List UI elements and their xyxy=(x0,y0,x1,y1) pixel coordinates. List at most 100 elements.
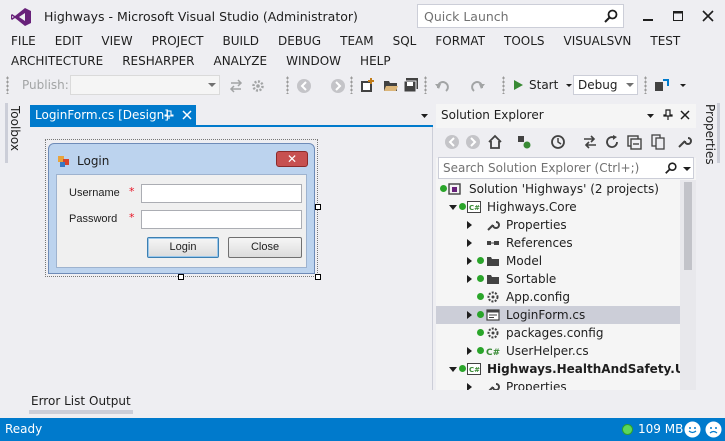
properties-side-tab[interactable]: Properties xyxy=(698,100,725,390)
menu-sql[interactable]: SQL xyxy=(382,31,425,51)
expander-closed-icon[interactable] xyxy=(467,221,472,229)
menu-help[interactable]: HELP xyxy=(349,51,399,71)
save-all-icon[interactable] xyxy=(403,77,419,93)
expander-closed-icon[interactable] xyxy=(467,311,472,319)
feedback-frown-icon[interactable] xyxy=(705,421,722,438)
menu-format[interactable]: FORMAT xyxy=(424,31,493,51)
tree-item-app-config[interactable]: App.config xyxy=(436,288,680,306)
menu-test[interactable]: TEST xyxy=(639,31,688,51)
tree-item-loginform[interactable]: LoginForm.cs xyxy=(436,306,680,324)
scrollbar-thumb[interactable] xyxy=(684,182,692,270)
menu-analyze[interactable]: ANALYZE xyxy=(202,51,275,71)
new-project-icon[interactable] xyxy=(360,77,376,93)
quick-launch-input[interactable] xyxy=(418,5,598,27)
login-button[interactable]: Login xyxy=(147,237,219,258)
tab-output[interactable]: Output xyxy=(87,390,133,414)
toolbar-overflow[interactable] xyxy=(680,72,686,98)
menu-visualsvn[interactable]: VISUALSVN xyxy=(553,31,640,51)
toolbox-side-tab[interactable]: Toolbox xyxy=(0,100,26,390)
forward-icon[interactable] xyxy=(465,134,481,150)
minimize-button[interactable] xyxy=(633,4,663,28)
menu-build[interactable]: BUILD xyxy=(211,31,266,51)
resize-handle-bottom[interactable] xyxy=(178,274,184,280)
start-debugging-button[interactable]: Start xyxy=(512,72,573,98)
menu-resharper[interactable]: RESHARPER xyxy=(111,51,202,71)
tree-item-references[interactable]: References xyxy=(436,234,680,252)
quick-launch-box[interactable] xyxy=(417,4,624,28)
login-form-close-button[interactable]: ✕ xyxy=(276,151,308,167)
menu-bar-row-2: ARCHITECTURE RESHARPER ANALYZE WINDOW HE… xyxy=(0,51,399,71)
tab-loginform-design[interactable]: LoginForm.cs [Design] xyxy=(30,105,196,125)
form-designer-surface[interactable]: Login ✕ Username * Password * Login Clos… xyxy=(30,127,433,390)
password-textbox[interactable] xyxy=(141,210,302,229)
publish-profile-dropdown[interactable] xyxy=(70,75,220,95)
feedback-smile-icon[interactable] xyxy=(684,421,701,438)
show-all-files-icon[interactable] xyxy=(650,134,666,150)
menu-view[interactable]: VIEW xyxy=(90,31,140,51)
expander-closed-icon[interactable] xyxy=(467,383,472,390)
collapse-all-icon[interactable] xyxy=(626,134,642,150)
expander-open-icon[interactable] xyxy=(449,205,457,210)
navigate-forward-icon[interactable] xyxy=(330,78,346,94)
tree-item-model-folder[interactable]: Model xyxy=(436,252,680,270)
close-panel-icon[interactable] xyxy=(680,110,690,120)
tab-error-list[interactable]: Error List xyxy=(29,390,88,414)
tree-item-sortable-folder[interactable]: Sortable xyxy=(436,270,680,288)
expander-closed-icon[interactable] xyxy=(467,347,472,355)
home-icon[interactable] xyxy=(487,134,503,150)
solution-search-box[interactable] xyxy=(438,157,694,179)
search-icon[interactable] xyxy=(664,161,678,175)
expander-closed-icon[interactable] xyxy=(467,257,472,265)
menu-file[interactable]: FILE xyxy=(0,31,44,51)
tree-item-solution[interactable]: Solution 'Highways' (2 projects) xyxy=(436,180,680,198)
menu-edit[interactable]: EDIT xyxy=(44,31,91,51)
solution-search-input[interactable] xyxy=(439,158,659,178)
menu-window[interactable]: WINDOW xyxy=(275,51,349,71)
solution-tree-scrollbar[interactable] xyxy=(680,180,696,390)
expander-closed-icon[interactable] xyxy=(467,239,472,247)
menu-team[interactable]: TEAM xyxy=(329,31,381,51)
menu-tools[interactable]: TOOLS xyxy=(493,31,553,51)
pin-icon[interactable] xyxy=(662,109,674,121)
menu-debug[interactable]: DEBUG xyxy=(267,31,329,51)
expander-open-icon[interactable] xyxy=(449,367,457,372)
settings-gear-icon[interactable] xyxy=(250,78,266,94)
back-icon[interactable] xyxy=(444,134,460,150)
tree-item-project-core[interactable]: C# Highways.Core xyxy=(436,198,680,216)
username-textbox[interactable] xyxy=(141,184,302,203)
web-one-click-publish-icon[interactable] xyxy=(228,78,244,94)
history-icon[interactable] xyxy=(550,134,566,150)
close-tab-icon[interactable] xyxy=(182,110,192,120)
tab-overflow-dropdown-icon[interactable] xyxy=(420,111,429,120)
search-icon[interactable] xyxy=(603,8,619,24)
navigate-back-icon[interactable] xyxy=(296,78,312,94)
attach-debugger-icon[interactable] xyxy=(654,77,672,93)
bottom-tool-tabs: Error List Output xyxy=(0,390,725,418)
open-file-icon[interactable] xyxy=(383,77,399,93)
expander-closed-icon[interactable] xyxy=(467,275,472,283)
redo-icon[interactable] xyxy=(470,78,486,94)
pin-icon[interactable] xyxy=(164,110,174,120)
sync-icon[interactable] xyxy=(582,134,598,150)
login-form-window[interactable]: Login ✕ Username * Password * Login Clos… xyxy=(48,143,315,274)
refresh-icon[interactable] xyxy=(604,134,620,150)
tree-item-userhelper[interactable]: C# UserHelper.cs xyxy=(436,342,680,360)
standard-toolbar: Publish: Start Debug xyxy=(0,72,725,100)
tree-item-properties-2[interactable]: Properties xyxy=(436,378,680,390)
search-options-dropdown-icon[interactable] xyxy=(683,165,691,173)
tree-item-project-healthandsafety[interactable]: C# Highways.HealthAndSafety.UI xyxy=(436,360,680,378)
pending-changes-filter-icon[interactable] xyxy=(516,134,532,150)
menu-project[interactable]: PROJECT xyxy=(141,31,212,51)
resize-handle-right[interactable] xyxy=(315,204,321,210)
close-window-button[interactable] xyxy=(693,4,723,28)
resize-handle-corner[interactable] xyxy=(315,274,321,280)
undo-icon[interactable] xyxy=(434,78,450,94)
solution-configuration-dropdown[interactable]: Debug xyxy=(573,75,638,95)
panel-menu-dropdown-icon[interactable] xyxy=(646,111,655,120)
close-button[interactable]: Close xyxy=(228,237,302,258)
menu-architecture[interactable]: ARCHITECTURE xyxy=(0,51,111,71)
tree-item-properties[interactable]: Properties xyxy=(436,216,680,234)
maximize-button[interactable] xyxy=(663,4,693,28)
properties-wrench-icon[interactable] xyxy=(676,134,692,150)
tree-item-packages-config[interactable]: packages.config xyxy=(436,324,680,342)
